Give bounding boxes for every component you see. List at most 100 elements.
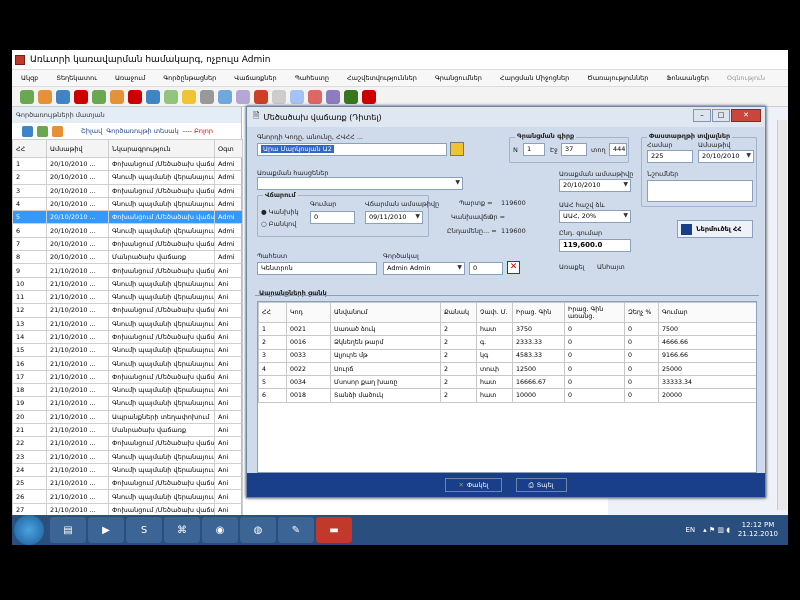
clear-icon[interactable]: ✕	[507, 261, 520, 274]
exit-icon[interactable]	[344, 89, 358, 104]
table-row[interactable]: 1421/10/2010 ...Փոխանցում /Մեծածախ վաճառ…	[12, 329, 243, 345]
close-button[interactable]: ✕	[731, 109, 761, 122]
column-header[interactable]: Նկարագրություն	[108, 139, 215, 158]
report-icon[interactable]	[182, 89, 196, 104]
import-button[interactable]: Ներմուծել ՀՀ	[677, 220, 753, 238]
app-icon[interactable]: ◍	[240, 517, 276, 543]
box-icon[interactable]	[74, 89, 88, 104]
table-row[interactable]: 11 21/10/2010 ... Գնումի պայմանի վերանայու…	[12, 289, 243, 305]
chart-icon[interactable]	[164, 89, 178, 104]
item-row[interactable]: 4 0022 Սուրճ 2 տուփ 12500 0 0 25000	[258, 361, 756, 377]
menu-item[interactable]: Ծառայություններ	[578, 74, 657, 82]
customer-input[interactable]: Արա Մարկոսյան Ա2	[257, 143, 447, 156]
doc-date-input[interactable]: 20/10/2010	[698, 150, 754, 163]
column-header[interactable]: Իրաց. Գին առանց.	[564, 302, 625, 323]
settings-icon[interactable]	[200, 89, 214, 104]
clock[interactable]: 12:12 PM 21.12.2010	[738, 521, 778, 539]
table-row[interactable]: 26 21/10/2010 ... Գնումի պայմանի վերանայու…	[12, 489, 243, 504]
column-header[interactable]: Չափ. Մ.	[476, 302, 513, 323]
exit-icon[interactable]	[362, 89, 376, 104]
calendar-icon[interactable]	[218, 89, 232, 104]
address-select[interactable]	[257, 177, 463, 190]
vat-select[interactable]: ԱԱՀ, 20%	[559, 210, 631, 223]
menu-item[interactable]: Ակզբ	[12, 74, 47, 82]
discount-input[interactable]: 0	[469, 262, 503, 275]
column-header[interactable]: Զեղչ %	[624, 302, 659, 323]
table-row[interactable]: 2221/10/2010 ...Փոխանցում /Մեծածախ վաճառ…	[12, 436, 243, 451]
lock-icon[interactable]	[290, 89, 304, 104]
table-row[interactable]: 15 21/10/2010 ... Գնումի պայմանի վերանայու…	[12, 343, 243, 358]
cash-radio[interactable]: ● Կանխիկ	[261, 208, 299, 216]
column-header[interactable]: Անվանում	[330, 302, 441, 323]
menu-item[interactable]: Օգնություն	[718, 74, 774, 82]
paint-icon[interactable]: ✎	[278, 517, 314, 543]
column-header[interactable]: Ամսաթիվ	[46, 139, 109, 158]
column-header[interactable]: Գումար	[658, 302, 756, 323]
minimize-button[interactable]: –	[693, 109, 711, 122]
close-dialog-button[interactable]: ✕ Փակել	[445, 478, 502, 492]
firefox-icon[interactable]: ◉	[202, 517, 238, 543]
table-row[interactable]: 10 21/10/2010 ... Գնումի պայմանի վերանայու…	[12, 276, 243, 291]
table-row[interactable]: 120/10/2010 ...Փոխանցում /Մեծածախ վաճառք…	[12, 156, 243, 172]
table-row[interactable]: 720/10/2010 ...Փոխանցում /Մեծածախ վաճառք…	[12, 236, 243, 252]
table-row[interactable]: 2 20/10/2010 ... Գնումի պայմանի վերանայում…	[12, 170, 243, 185]
database-icon[interactable]	[236, 89, 250, 104]
refresh-icon[interactable]	[22, 125, 33, 137]
agent-select[interactable]: Admin Admin	[383, 262, 465, 275]
table-row[interactable]: 8 20/10/2010 ... Մանրածախ վաճառք Admi	[12, 250, 243, 265]
item-row[interactable]: 2 0016 Ձկնեղեն թարմ 2 գ. 2333.33 0 0 4666.66	[258, 335, 756, 350]
tray-icons[interactable]: ▴ ⚑ ▥ ◖	[703, 526, 730, 534]
column-header[interactable]: ՀՀ	[12, 139, 47, 158]
table-row[interactable]: 921/10/2010 ...Փոխանցում /Մեծածախ վաճառք…	[12, 263, 243, 278]
warehouse-input[interactable]: Կենտրոն	[257, 262, 377, 275]
user-icon[interactable]	[308, 89, 322, 104]
document-icon[interactable]	[146, 89, 160, 104]
filter-icon[interactable]	[37, 125, 48, 137]
bank-radio[interactable]: ○ Բանկով	[261, 220, 296, 228]
amount-input[interactable]: 0	[310, 211, 355, 224]
trade-app-icon[interactable]: ▬	[316, 517, 352, 543]
maximize-button[interactable]: □	[712, 109, 730, 122]
table-row[interactable]: 21 21/10/2010 ... Մանրածախ վաճառք Ani	[12, 422, 243, 438]
scrollbar[interactable]	[777, 120, 787, 510]
menu-item[interactable]: Վաճառքներ	[225, 74, 285, 82]
ship-date-input[interactable]: 20/10/2010	[559, 179, 631, 192]
table-row[interactable]: 1221/10/2010 ...Փոխանցում /Մեծածախ վաճառ…	[12, 303, 243, 318]
operation-type-value[interactable]: ---- Բոլոր	[183, 127, 213, 135]
menu-item[interactable]: Գրանցումներ	[426, 74, 491, 82]
table-row[interactable]: 520/10/2010 ...Փոխանցում /Մեծածախ վաճառք…	[12, 210, 243, 225]
menu-item[interactable]: Պահեստը	[286, 74, 338, 82]
table-row[interactable]: 320/10/2010 ...Փոխանցում /Մեծածախ վաճառք…	[12, 183, 243, 198]
item-row[interactable]: 1 0021 Սառած ձուկ 2 հատ 3750 0 0 7500	[258, 321, 756, 337]
print-button[interactable]: ⎙ Տպել	[515, 478, 567, 492]
table-row[interactable]: 1721/10/2010 ...Փոխանցում /Մեծածախ վաճառ…	[12, 369, 243, 385]
menu-item[interactable]: Առաջում	[106, 74, 154, 82]
column-header[interactable]: Կոդ	[286, 302, 331, 323]
menu-item[interactable]: Տեղեկատու	[47, 74, 106, 82]
network-icon[interactable]: ⌘	[164, 517, 200, 543]
column-header[interactable]: ՀՀ	[258, 302, 287, 323]
table-row[interactable]: 6 20/10/2010 ... Գնումի պայմանի վերանայում…	[12, 223, 243, 238]
media-player-icon[interactable]: ▶	[88, 517, 124, 543]
cart-icon[interactable]	[110, 89, 124, 104]
customer-lookup-button[interactable]	[450, 142, 464, 156]
box-icon[interactable]	[92, 89, 106, 104]
table-row[interactable]: 23 21/10/2010 ... Գնումի պայմանի վերանայու…	[12, 449, 243, 464]
table-row[interactable]: 18 21/10/2010 ... Գնումի պայմանի վերանայու…	[12, 383, 243, 398]
table-row[interactable]: 20 21/10/2010 ... Ապրանքների տեղափոխում Ani	[12, 409, 243, 424]
column-header[interactable]: Քանակ	[440, 302, 477, 323]
comment-input[interactable]	[647, 180, 753, 202]
table-row[interactable]: 24 21/10/2010 ... Գնումի պայմանի վերանայու…	[12, 462, 243, 478]
payment-date-input[interactable]: 09/11/2010	[365, 211, 423, 224]
operation-type-label[interactable]: Գործառույթի տեսակ	[106, 127, 178, 135]
language-indicator[interactable]: EN	[685, 526, 695, 534]
n-input[interactable]: 1	[523, 143, 545, 156]
doc-number-input[interactable]: 225	[647, 150, 693, 163]
page-input[interactable]: 37	[561, 143, 587, 156]
column-header[interactable]: Իրաց. Գին	[512, 302, 565, 323]
table-row[interactable]: 19 21/10/2010 ... Գնումի պայմանի վերանայու…	[12, 396, 243, 411]
item-row[interactable]: 6 0018 Տանձի մածուկ 2 հատ 10000 0 0 20000	[258, 388, 756, 403]
menu-item[interactable]: Հաշվետվություններ	[338, 74, 426, 82]
menu-item[interactable]: Հարցման Միջոցներ	[491, 74, 578, 82]
column-header[interactable]: Օգտ	[214, 139, 243, 158]
